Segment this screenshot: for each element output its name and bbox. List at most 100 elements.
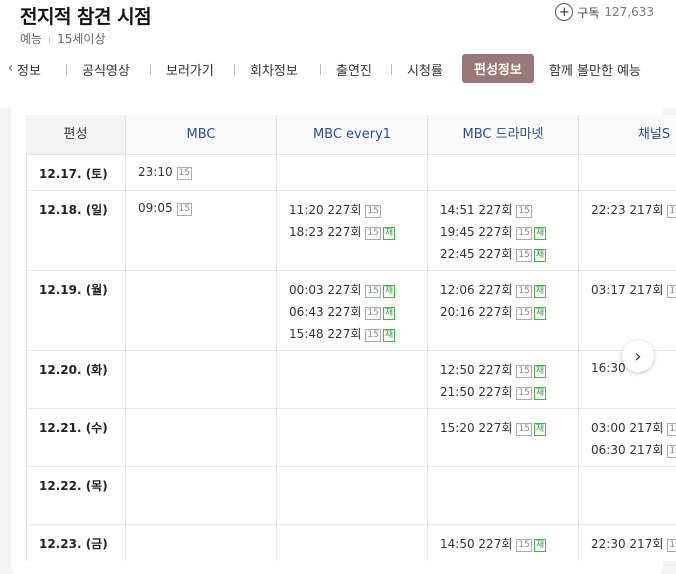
column-header-schedule: 편성 [26, 115, 126, 155]
date-cell: 12.21. (수) [26, 409, 126, 466]
broadcast-entry: 22:45 227회 15 재 [440, 245, 547, 262]
broadcast-time: 20:16 [440, 305, 475, 319]
channel-cell: 23:10 15 [126, 155, 277, 190]
broadcast-time: 18:23 [289, 225, 324, 239]
tab-item[interactable]: 시청률 [407, 60, 443, 79]
age-rating-badge: 15 [516, 285, 532, 298]
broadcast-entry: 22:30 217회 1 [591, 535, 676, 552]
next-columns-button[interactable]: › [622, 340, 654, 372]
broadcast-entry: 06:30 217회 1 [591, 441, 676, 458]
tab-item[interactable]: 출연진 [336, 60, 372, 79]
broadcast-entry: 18:23 227회 15 재 [289, 223, 396, 240]
episode-number: 227회 [478, 283, 513, 297]
rerun-badge: 재 [533, 285, 547, 298]
broadcast-entry: 14:50 227회 15 재 [440, 535, 547, 552]
broadcast-entry: 12:06 227회 15 재 [440, 281, 547, 298]
broadcast-entry: 03:17 217회 1 [591, 281, 676, 298]
tab-item[interactable]: 편성정보 [462, 54, 534, 83]
broadcast-time: 22:23 [591, 203, 626, 217]
subscriber-count: 127,633 [604, 5, 654, 19]
episode-number: 227회 [478, 305, 513, 319]
channel-cell [428, 155, 579, 190]
schedule-table: 편성 MBC MBC every1 MBC 드라마넷 채널S 12.17. (토) 23:1… [26, 115, 676, 561]
rerun-badge: 재 [533, 539, 547, 552]
broadcast-time: 06:30 [591, 443, 626, 457]
tab-divider [234, 64, 235, 75]
channel-cell: 12:50 227회 15 재 21:50 227회 15 재 [428, 351, 579, 408]
date-cell: 12.19. (월) [26, 271, 126, 350]
date-cell: 12.23. (금) [26, 525, 126, 561]
tab-item[interactable]: 공식영상 [82, 60, 130, 79]
age-rating-badge: 15 [176, 167, 193, 180]
subscribe-button[interactable]: + 구독 127,633 [555, 3, 654, 21]
program-title: 전지적 참견 시점 [20, 6, 152, 28]
broadcast-entry: 23:10 15 [138, 165, 193, 180]
broadcast-entry: 03:00 217회 1 [591, 419, 676, 436]
broadcast-entry: 20:16 227회 15 재 [440, 303, 547, 320]
channel-cell [579, 467, 676, 524]
date-cell: 12.17. (토) [26, 155, 126, 190]
table-row: 12.19. (월) 00:03 227회 15 재 06:43 227회 15 재 15:4… [26, 271, 676, 351]
episode-number: 227회 [478, 203, 513, 217]
channel-cell: 11:20 227회 15 18:23 227회 15 재 [277, 191, 428, 270]
broadcast-time: 22:45 [440, 247, 475, 261]
tab-item[interactable]: 정보 [17, 60, 41, 79]
rerun-badge: 재 [382, 285, 396, 298]
episode-number: 227회 [478, 537, 513, 551]
table-row: 12.22. (목) [26, 467, 676, 525]
age-rating-badge: 1 [667, 445, 676, 458]
age-rating-badge: 1 [667, 205, 676, 218]
chevron-left-icon[interactable]: ‹ [8, 61, 13, 76]
broadcast-entry: 06:43 227회 15 재 [289, 303, 396, 320]
tab-divider [150, 64, 151, 75]
rerun-badge: 재 [533, 365, 547, 378]
broadcast-time: 12:06 [440, 283, 475, 297]
episode-number: 227회 [478, 225, 513, 239]
table-row: 12.18. (일) 09:05 15 11:20 227회 15 18:23 227회 1… [26, 191, 676, 271]
table-row: 12.23. (금) 14:50 227회 15 재 22:30 217회 1 [26, 525, 676, 561]
broadcast-time: 03:17 [591, 283, 626, 297]
tab-item[interactable]: 함께 볼만한 예능 [549, 60, 641, 79]
rerun-badge: 재 [382, 227, 396, 240]
broadcast-entry: 12:50 227회 15 재 [440, 361, 547, 378]
rerun-badge: 재 [533, 423, 547, 436]
channel-cell: 12:06 227회 15 재 20:16 227회 15 재 [428, 271, 579, 350]
age-rating-badge: 15 [365, 285, 381, 298]
broadcast-entry: 15:20 227회 15 재 [440, 419, 547, 436]
rerun-badge: 재 [382, 329, 396, 342]
broadcast-time: 11:20 [289, 203, 324, 217]
broadcast-time: 15:48 [289, 327, 324, 341]
tab-item[interactable]: 보러가기 [166, 60, 214, 79]
episode-number: 227회 [327, 283, 362, 297]
channel-cell [277, 409, 428, 466]
age-rating-badge: 15 [516, 249, 532, 262]
tab-item[interactable]: 회차정보 [250, 60, 298, 79]
meta-divider [49, 34, 51, 45]
episode-number: 227회 [478, 363, 513, 377]
broadcast-entry: 09:05 15 [138, 201, 193, 216]
channel-cell [126, 409, 277, 466]
broadcast-entry: 15:48 227회 15 재 [289, 325, 396, 342]
channel-cell: 22:23 217회 1 [579, 191, 676, 270]
column-header-channel: MBC every1 [277, 115, 428, 155]
channel-cell [126, 351, 277, 408]
episode-number: 217회 [629, 283, 664, 297]
age-rating-badge: 15 [365, 307, 381, 320]
rerun-badge: 재 [533, 227, 547, 240]
age-rating-badge: 1 [667, 539, 676, 552]
broadcast-time: 03:00 [591, 421, 626, 435]
age-rating-badge: 1 [667, 423, 676, 436]
episode-number: 217회 [629, 203, 664, 217]
age-rating-badge: 15 [176, 203, 193, 216]
broadcast-time: 23:10 [138, 165, 173, 179]
channel-cell: 15:20 227회 15 재 [428, 409, 579, 466]
channel-cell [126, 525, 277, 561]
rerun-badge: 재 [382, 307, 396, 320]
broadcast-time: 00:03 [289, 283, 324, 297]
channel-cell [277, 525, 428, 561]
table-row: 12.20. (화) 12:50 227회 15 재 21:50 227회 15 재 16:3… [26, 351, 676, 409]
broadcast-entry: 16:30 [591, 361, 626, 375]
episode-number: 217회 [629, 421, 664, 435]
age-rating-badge: 15 [516, 307, 532, 320]
genre-label: 예능 [20, 32, 43, 46]
